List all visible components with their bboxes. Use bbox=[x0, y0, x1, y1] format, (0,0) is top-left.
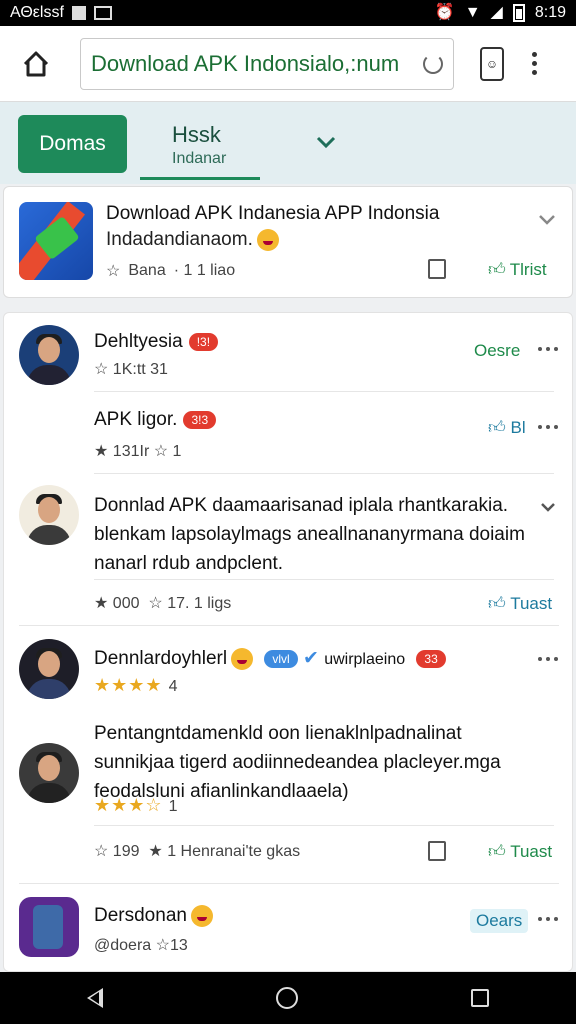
browser-toolbar: Download APK Indonsialo,:num ☺ bbox=[0, 26, 576, 102]
chip-text: uwirplaeino bbox=[324, 651, 406, 668]
signal-icon: ◢ bbox=[490, 4, 503, 21]
verified-icon: ✔ bbox=[302, 648, 319, 669]
like-button[interactable]: 👍︎ Tlrist bbox=[488, 259, 547, 280]
comment-meta: @doera ☆13 bbox=[94, 937, 188, 954]
like-label: Tuast bbox=[510, 842, 553, 861]
app-dot-text: · 1 1 liao bbox=[173, 262, 236, 279]
comment-meta: ☆ 199 ★ 1 Henranai'te gkas bbox=[94, 843, 301, 860]
comment-text: Donnlad APK daamaarisanad iplala rhantka… bbox=[94, 495, 525, 574]
tab-hssk-title: Hssk bbox=[172, 122, 221, 147]
star-icon: ☆ bbox=[94, 361, 109, 378]
like-label: Tlrist bbox=[509, 259, 547, 279]
system-nav-bar bbox=[0, 972, 576, 1024]
comment-meta: ★ 131Ir ☆ 1 bbox=[94, 443, 182, 460]
avatar bbox=[19, 743, 79, 803]
app-card[interactable]: Download APK Indanesia APP Indonsia Inda… bbox=[3, 186, 573, 298]
status-badge: 33 bbox=[416, 649, 446, 668]
chip: vlvl bbox=[264, 649, 298, 668]
app-icon bbox=[19, 202, 93, 280]
more-options-icon[interactable] bbox=[538, 917, 558, 921]
star-icon: ★ bbox=[94, 443, 109, 460]
comment-author: APK ligor. 3!3 bbox=[94, 409, 217, 431]
tab-hssk[interactable]: Hssk Indanar bbox=[140, 120, 260, 180]
tab-domas[interactable]: Domas bbox=[18, 115, 127, 173]
url-field[interactable]: Download APK Indonsialo,:num bbox=[80, 37, 454, 90]
comment-feed: Dehltyesia !3! ☆ 1K:tt 31 Oesre APK ligor… bbox=[3, 312, 573, 972]
tab-hssk-subtitle: Indanar bbox=[172, 150, 227, 167]
comment-meta: ☆ 1K:tt 31 bbox=[94, 361, 168, 378]
chevron-down-icon[interactable] bbox=[314, 130, 338, 154]
app-subtitle: Indadandianaom. bbox=[106, 229, 279, 251]
comment-text: Pentangntdamenkld oon lienaklnlpadnalina… bbox=[94, 723, 501, 802]
like-button[interactable]: 👍︎ Bl bbox=[488, 417, 526, 438]
avatar bbox=[19, 485, 79, 545]
list-item[interactable]: Donnlad APK daamaarisanad iplala rhantka… bbox=[4, 475, 572, 625]
image-notification-icon bbox=[93, 6, 112, 20]
tab-domas-label: Domas bbox=[39, 132, 106, 155]
like-button[interactable]: 👍︎ Tuast bbox=[488, 841, 552, 862]
action-link[interactable]: Oears bbox=[470, 909, 529, 933]
comment-author: Dennlardoyhlerl vlvl ✔ uwirplaeino 33 bbox=[94, 647, 446, 670]
app-meta: ☆ Bana · 1 1 liao bbox=[106, 261, 235, 281]
star-icon: ☆ bbox=[153, 443, 169, 460]
tabs-row: Domas Hssk Indanar bbox=[0, 102, 576, 184]
more-options-icon[interactable] bbox=[538, 425, 558, 429]
home-icon bbox=[23, 51, 49, 76]
status-badge: 3!3 bbox=[183, 410, 217, 429]
reload-icon[interactable] bbox=[423, 53, 443, 74]
recents-icon[interactable] bbox=[471, 989, 490, 1007]
battery-icon bbox=[512, 4, 525, 22]
home-button[interactable] bbox=[14, 42, 58, 86]
like-button[interactable]: 👍︎ Tuast bbox=[488, 593, 552, 614]
notification-icon bbox=[71, 6, 86, 20]
alarm-icon: ⏰ bbox=[434, 4, 455, 21]
star-icon: ☆ bbox=[148, 595, 163, 612]
action-link[interactable]: Oesre bbox=[474, 341, 520, 361]
rating-stars: ★★★☆ 1 bbox=[94, 795, 179, 815]
wifi-icon: ▼ bbox=[464, 4, 481, 21]
avatar bbox=[19, 897, 79, 957]
doc-icon[interactable] bbox=[428, 841, 446, 861]
comment-meta: ★ 000 ☆ 17. 1 ligs bbox=[94, 595, 232, 612]
emoji-icon bbox=[190, 905, 213, 927]
star-icon: ☆ bbox=[106, 263, 121, 280]
status-badge: !3! bbox=[188, 332, 219, 351]
chevron-down-icon[interactable] bbox=[538, 211, 556, 229]
emoji-icon bbox=[231, 647, 254, 670]
rating-stars: ★★★★ 4 bbox=[94, 675, 179, 695]
comment-author: Dersdonan bbox=[94, 905, 213, 927]
more-options-icon[interactable] bbox=[538, 347, 558, 351]
app-title: Download APK Indanesia APP Indonsia bbox=[106, 203, 440, 224]
like-label: Tuast bbox=[510, 594, 553, 613]
avatar bbox=[19, 639, 79, 699]
status-left-text: ΑΘεlssf bbox=[10, 4, 64, 21]
list-item[interactable]: APK ligor. 3!3 ★ 131Ir ☆ 1 👍︎ Bl bbox=[4, 393, 572, 473]
list-item[interactable]: Dennlardoyhlerl vlvl ✔ uwirplaeino 33 ★★… bbox=[4, 627, 572, 717]
thumb-up-icon: 👍︎ bbox=[488, 260, 506, 279]
tab-switcher-icon: ☺ bbox=[485, 56, 499, 71]
status-time: 8:19 bbox=[534, 4, 566, 21]
list-item[interactable]: Dersdonan @doera ☆13 Oears bbox=[4, 887, 572, 971]
tab-switcher-button[interactable]: ☺ bbox=[480, 46, 504, 81]
doc-icon[interactable] bbox=[428, 259, 446, 279]
star-icon: ★ bbox=[148, 843, 163, 860]
app-rating-text: Bana bbox=[128, 262, 166, 279]
more-options-icon[interactable] bbox=[538, 657, 558, 661]
like-label: Bl bbox=[510, 418, 526, 437]
star-icon: ☆ bbox=[94, 843, 109, 860]
comment-author: Dehltyesia !3! bbox=[94, 331, 219, 353]
star-icon: ☆ bbox=[155, 937, 170, 954]
chevron-down-icon[interactable] bbox=[540, 501, 556, 513]
home-circle-icon[interactable] bbox=[275, 987, 298, 1009]
status-bar: ΑΘεlssf ⏰ ▼ ◢ 8:19 bbox=[0, 0, 576, 26]
star-icon: ★ bbox=[94, 595, 109, 612]
menu-dots-icon[interactable] bbox=[532, 52, 537, 75]
url-text: Download APK Indonsialo,:num bbox=[91, 50, 400, 76]
avatar bbox=[19, 325, 79, 385]
back-icon[interactable] bbox=[86, 988, 103, 1008]
emoji-icon bbox=[256, 229, 279, 251]
list-item[interactable]: Pentangntdamenkld oon lienaklnlpadnalina… bbox=[4, 717, 572, 877]
list-item[interactable]: Dehltyesia !3! ☆ 1K:tt 31 Oesre bbox=[4, 313, 572, 391]
